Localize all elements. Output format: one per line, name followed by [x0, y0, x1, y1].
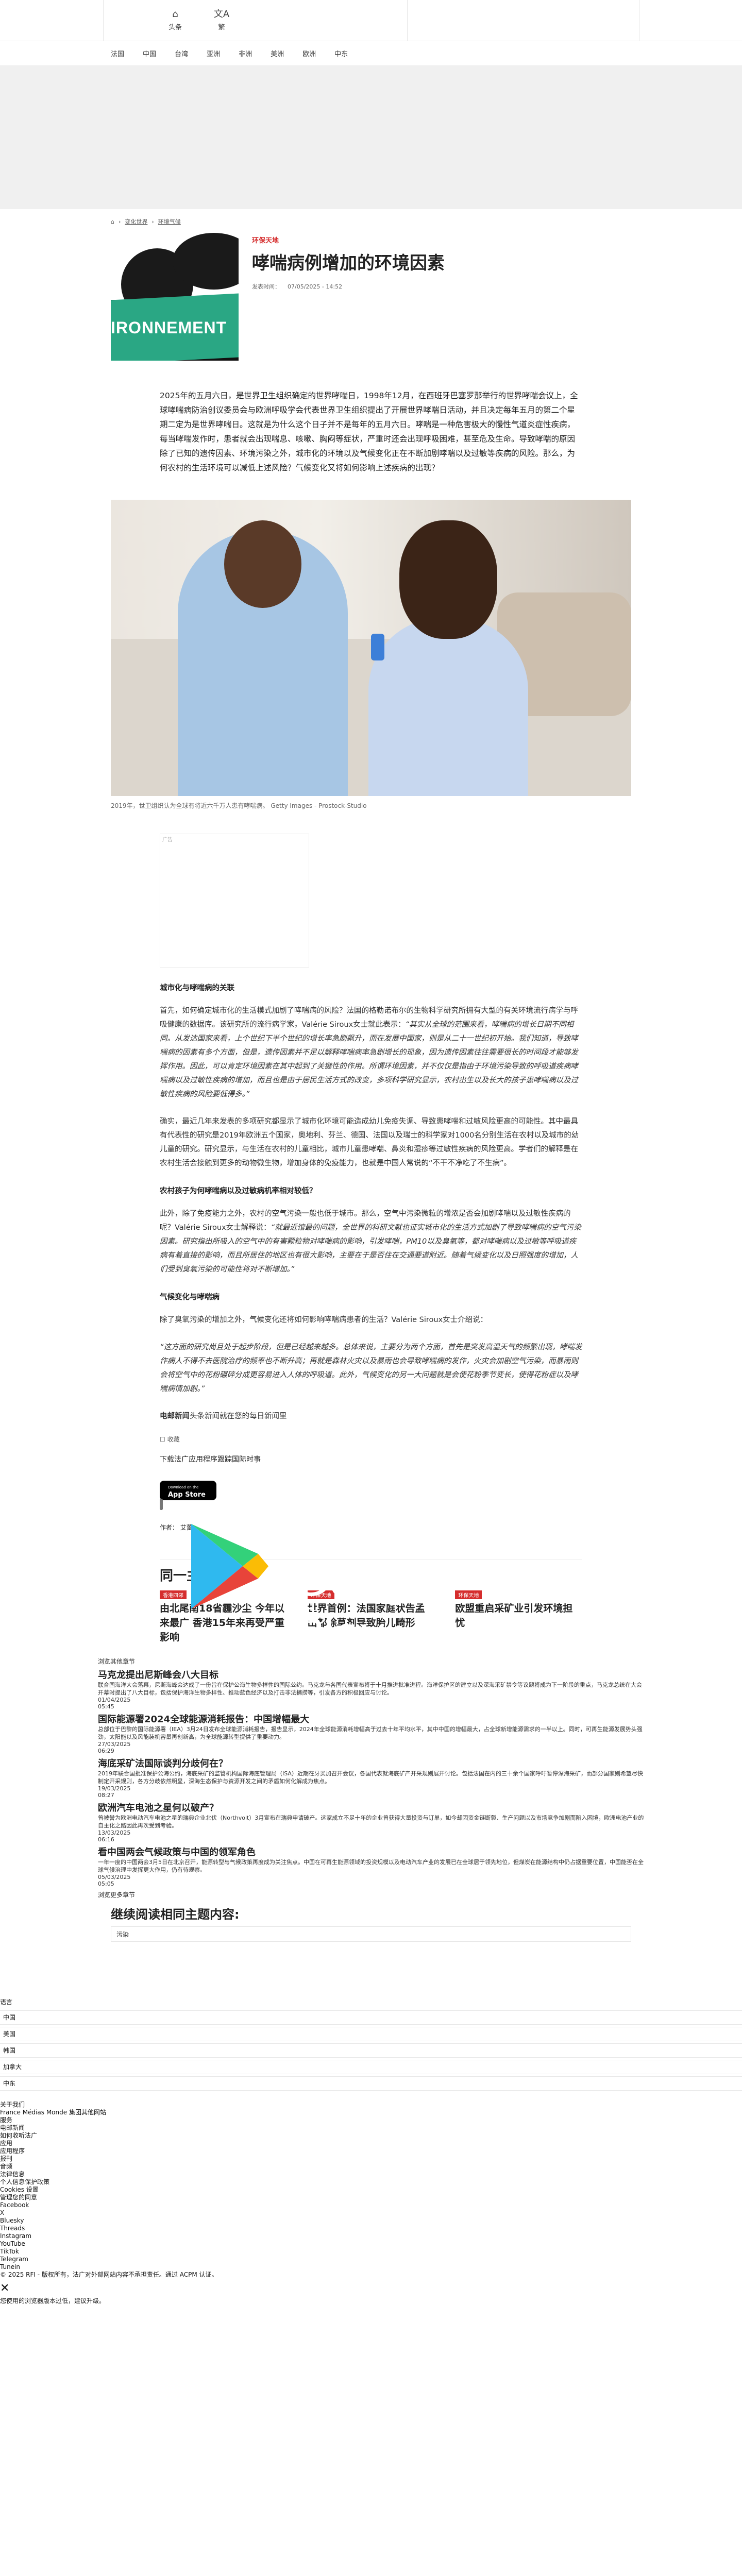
footer-link[interactable]: 关于我们: [0, 2101, 742, 2109]
newsletter-line: 电邮新闻头条新闻就在您的每日新闻里: [160, 1412, 287, 1420]
close-icon[interactable]: ✕: [0, 2283, 742, 2294]
copyright: © 2025 RFI - 版权所有，法广对外部网站内容不承担责任。通过 ACPM…: [0, 2271, 218, 2278]
section-heading: 气候变化与哮喘病: [160, 1293, 220, 1301]
footer-link[interactable]: Instagram: [0, 2232, 742, 2240]
nav-item[interactable]: 亚洲: [207, 48, 220, 58]
footer-link[interactable]: 如何收听法广: [0, 2132, 742, 2140]
footer-link[interactable]: 个人信息保护政策: [0, 2178, 742, 2186]
home-link[interactable]: ⌂ 头条: [160, 9, 191, 32]
nav-item[interactable]: 欧洲: [302, 48, 316, 58]
footer-link[interactable]: France Médias Monde 集团其他网站: [0, 2109, 742, 2116]
language-option[interactable]: 韩国: [0, 2043, 742, 2058]
footer-link[interactable]: TikTok: [0, 2248, 742, 2256]
continue-reading-title: 继续阅读相同主题内容:: [111, 1907, 240, 1922]
section-heading: 城市化与哮喘病的关联: [160, 984, 234, 992]
top-divider: [103, 0, 104, 41]
footer-link[interactable]: 服务: [0, 2116, 742, 2124]
episode-item[interactable]: 看中国两会气候政策与中国的领军角色 一年一度的中国两会3月5日在北京召开，能源转…: [98, 1845, 644, 1887]
footer-link[interactable]: 报刊: [0, 2155, 742, 2163]
footer-link[interactable]: Tunein: [0, 2263, 742, 2271]
quote-paragraph: “这方面的研究尚且处于起步阶段，但是已经越来越多。总体来说，主要分为两个方面，首…: [160, 1343, 582, 1393]
paragraph: 首先，如何确定城市化的生活模式加剧了哮喘病的风险？法国的格勒诺布尔的生物科学研究…: [160, 1007, 578, 1098]
traditional-chinese-link[interactable]: 文A 繁: [206, 9, 237, 32]
more-episodes-link[interactable]: 浏览更多章节: [98, 1890, 742, 1899]
ad-label: 广告: [162, 837, 173, 843]
top-ad-banner: [0, 66, 742, 209]
article-container: ⌂ › 变化世界 › 环境气候 IRONNEMENT 环保天地 哮喘病例增加的环…: [111, 217, 631, 810]
article-body: 广告 城市化与哮喘病的关联 首先，如何确定城市化的生活模式加剧了哮喘病的风险？法…: [160, 834, 582, 1663]
footer-link[interactable]: Facebook: [0, 2201, 742, 2209]
nav-item[interactable]: 台湾: [175, 48, 188, 58]
home-label: 头条: [168, 24, 182, 31]
episode-item[interactable]: 马克龙提出尼斯峰会八大目标 联合国海洋大会落幕，尼斯海峰会达成了一份旨在保护公海…: [98, 1668, 644, 1710]
inline-ad[interactable]: 广告: [160, 834, 309, 968]
language-option[interactable]: 中东: [0, 2076, 742, 2091]
footer-link[interactable]: Threads: [0, 2225, 742, 2232]
paragraph: 此外，除了免疫能力之外，农村的空气污染一般也低于城市。那么，空气中污染微粒的增浓…: [160, 1210, 581, 1274]
nav-item[interactable]: 中东: [334, 48, 348, 58]
article-title: 哮喘病例增加的环境因素: [252, 253, 445, 274]
google-play-banner[interactable]: 下载应用，请到 Google Play: [160, 1499, 445, 1663]
language-option[interactable]: 加拿大: [0, 2060, 742, 2074]
section-heading: 农村孩子为何哮喘病以及过敏病机率相对较低？: [160, 1187, 317, 1195]
breadcrumb-link[interactable]: 环境气候: [158, 217, 181, 226]
translate-icon: 文A: [213, 9, 230, 20]
footer-link[interactable]: X: [0, 2209, 742, 2217]
footer-link[interactable]: Telegram: [0, 2256, 742, 2263]
nav-item[interactable]: 非洲: [239, 48, 252, 58]
footer-link[interactable]: 管理您的同意: [0, 2194, 742, 2201]
nav-item[interactable]: 美洲: [271, 48, 284, 58]
footer-link[interactable]: 音频: [0, 2163, 742, 2171]
inhaler-icon: [371, 634, 384, 660]
paragraph: 确实，最近几年来发表的多项研究都显示了城市化环境可能造成幼儿免疫失调、导致患哮喘…: [160, 1117, 579, 1167]
top-bar: ⌂ 头条 文A 繁: [0, 0, 742, 41]
article-thumbnail: IRONNEMENT: [111, 233, 239, 361]
language-option[interactable]: 中国: [0, 2010, 742, 2025]
episode-item[interactable]: 海底采矿法国际谈判分歧何在？ 2019年联合国批准保护公海公约，海底采矿的监管机…: [98, 1756, 644, 1799]
breadcrumb-link[interactable]: 变化世界: [125, 217, 147, 226]
publish-info: 发表时间： 07/05/2025 - 14:52: [252, 283, 343, 290]
episode-item[interactable]: 欧洲汽车电池之星何以破产？ 曾被誉为欧洲电动汽车电池之星的瑞典企业北伏（Nort…: [98, 1801, 644, 1843]
nav-item[interactable]: 中国: [143, 48, 156, 58]
save-button[interactable]: ☐ 收藏: [160, 1435, 582, 1444]
download-app-text: 下载法广应用程序跟踪国际时事: [160, 1455, 261, 1464]
episode-item[interactable]: 国际能源署2024全球能源消耗报告：中国增幅最大 总部位于巴黎的国际能源署（IE…: [98, 1712, 644, 1754]
category-kicker[interactable]: 环保天地: [252, 235, 445, 245]
home-icon: ⌂: [172, 9, 178, 20]
nav-item[interactable]: 法国: [111, 48, 124, 58]
footer-link[interactable]: 法律信息: [0, 2171, 742, 2178]
traditional-label: 繁: [218, 24, 225, 31]
other-episodes: 浏览其他章节 马克龙提出尼斯峰会八大目标 联合国海洋大会落幕，尼斯海峰会达成了一…: [98, 1658, 644, 1887]
topic-tag-input[interactable]: 污染: [111, 1926, 631, 1942]
app-store-badge[interactable]: Download on the App Store: [160, 1481, 216, 1500]
related-card[interactable]: 环保天地 欧盟重启采矿业引发环境担忧: [455, 1590, 582, 1645]
footer-link[interactable]: YouTube: [0, 2240, 742, 2248]
home-icon[interactable]: ⌂: [111, 218, 114, 225]
thumbnail-word: IRONNEMENT: [111, 318, 227, 337]
footer-link[interactable]: Bluesky: [0, 2217, 742, 2225]
top-divider: [407, 0, 408, 41]
footer-link[interactable]: 电邮新闻: [0, 2124, 742, 2132]
article-intro: 2025年的五月六日，是世界卫生组织确定的世界哮喘日，1998年12月，在西班牙…: [160, 391, 578, 472]
footer-link[interactable]: 应用: [0, 2140, 742, 2147]
browser-warning: 您使用的浏览器版本过低，建议升级。: [0, 2297, 106, 2304]
main-nav: 法国 中国 台湾 亚洲 非洲 美洲 欧洲 中东: [0, 41, 742, 66]
footer: 语言 中国 美国 韩国 加拿大 中东 关于我们 France Médias Mo…: [0, 1997, 742, 2305]
google-play-icon: [191, 1524, 268, 1609]
footer-link[interactable]: 应用程序: [0, 2147, 742, 2155]
paragraph: 除了臭氧污染的增加之外，气候变化还将如何影响哮喘病患者的生活？Valérie S…: [160, 1316, 488, 1324]
footer-link[interactable]: Cookies 设置: [0, 2186, 742, 2194]
image-caption: 2019年，世卫组织认为全球有将近六千万人患有哮喘病。 Getty Images…: [111, 802, 367, 809]
hero-image: [111, 500, 631, 796]
publish-date: 07/05/2025 - 14:52: [288, 283, 343, 290]
language-option[interactable]: 美国: [0, 2027, 742, 2041]
breadcrumb: ⌂ › 变化世界 › 环境气候: [111, 217, 181, 226]
article-header: IRONNEMENT 环保天地 哮喘病例增加的环境因素 发表时间： 07/05/2…: [111, 233, 631, 361]
